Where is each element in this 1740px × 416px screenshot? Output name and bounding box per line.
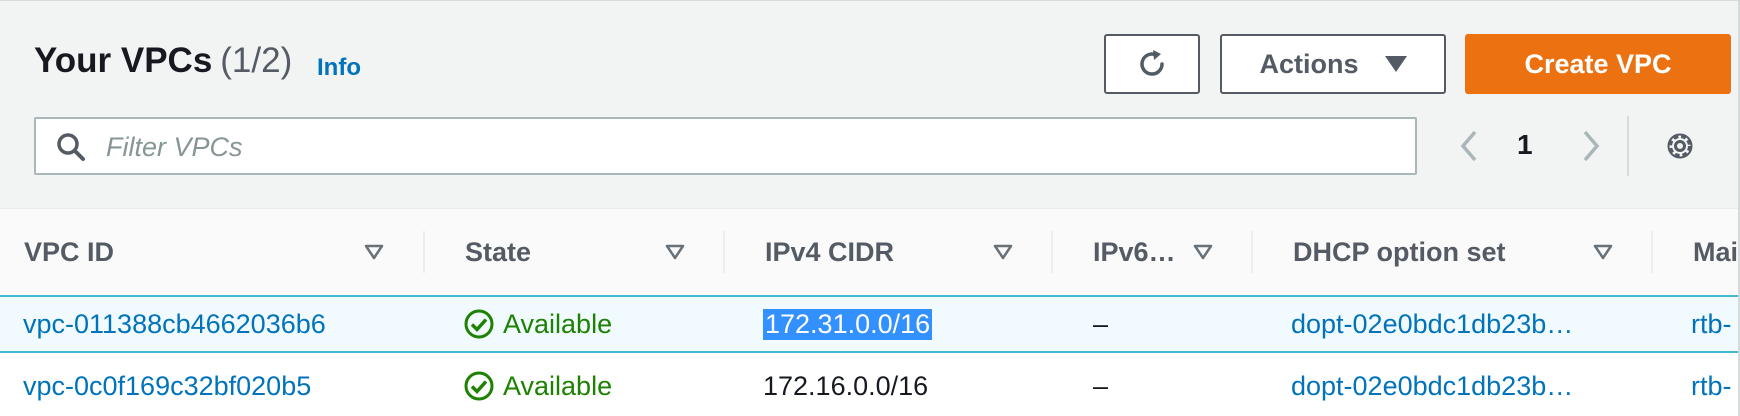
page-title: Your VPCs (1/2) [34, 41, 292, 85]
info-link[interactable]: Info [317, 54, 361, 82]
caret-down-icon [1384, 56, 1407, 72]
column-separator[interactable] [1651, 231, 1653, 273]
sort-triangle-icon[interactable] [364, 244, 384, 260]
search-icon [57, 133, 85, 161]
gear-icon[interactable] [1663, 129, 1697, 163]
dhcp-option-set-link[interactable]: dopt-02e0bdc1db23b… [1291, 297, 1601, 351]
state-label: Available [503, 308, 613, 339]
main-route-table-link[interactable]: rtb- [1691, 297, 1738, 351]
column-separator[interactable] [723, 231, 725, 273]
column-header-ipv6[interactable]: IPv6… [1093, 209, 1193, 295]
actions-button[interactable]: Actions [1220, 34, 1446, 94]
check-circle-icon [464, 309, 494, 339]
vpc-header: Your VPCs(1/2) Info Actions Create VPC [0, 1, 1738, 209]
column-header-dhcp-option-set[interactable]: DHCP option set [1293, 209, 1573, 295]
filter-box [34, 117, 1417, 175]
refresh-button[interactable] [1104, 34, 1200, 94]
pager-divider [1627, 116, 1629, 176]
vpc-panel: Your VPCs(1/2) Info Actions Create VPC [0, 0, 1740, 416]
main-route-table-link[interactable]: rtb- [1691, 357, 1738, 415]
selection-count: (1/2) [220, 41, 293, 80]
create-vpc-label: Create VPC [1524, 48, 1672, 79]
column-header-main-route-table[interactable]: Mai [1693, 209, 1738, 295]
create-vpc-button[interactable]: Create VPC [1465, 34, 1731, 94]
dhcp-option-set-link[interactable]: dopt-02e0bdc1db23b… [1291, 357, 1601, 415]
state-cell: Available [463, 357, 612, 415]
column-separator[interactable] [1251, 231, 1253, 273]
sort-triangle-icon[interactable] [665, 244, 685, 260]
vpc-id-link[interactable]: vpc-011388cb4662036b6 [23, 297, 326, 351]
actions-label: Actions [1259, 48, 1359, 79]
ipv4-cidr-cell: 172.31.0.0/16 [763, 297, 933, 351]
table-row[interactable]: vpc-0c0f169c32bf020b5 Available 172.16.0… [0, 357, 1738, 415]
column-separator[interactable] [423, 231, 425, 273]
ipv6-cidr-cell: – [1093, 308, 1109, 339]
column-header-vpc-id[interactable]: VPC ID [24, 209, 324, 295]
page-title-text: Your VPCs [34, 41, 213, 80]
vpc-id-link[interactable]: vpc-0c0f169c32bf020b5 [23, 357, 311, 415]
state-label: Available [503, 370, 613, 401]
table-row[interactable]: vpc-011388cb4662036b6 Available 172.31.0… [0, 295, 1738, 353]
ipv6-cidr-cell: – [1093, 370, 1109, 401]
chevron-left-icon[interactable] [1455, 129, 1485, 163]
sort-triangle-icon[interactable] [1193, 244, 1213, 260]
check-circle-icon [464, 371, 494, 401]
column-header-ipv4-cidr[interactable]: IPv4 CIDR [765, 209, 985, 295]
ipv4-cidr-cell: 172.16.0.0/16 [763, 370, 929, 401]
column-header-state[interactable]: State [465, 209, 665, 295]
ipv4-cidr-selected-text: 172.31.0.0/16 [763, 308, 933, 340]
filter-vpcs-input[interactable] [104, 127, 1398, 167]
state-cell: Available [463, 297, 612, 351]
column-separator[interactable] [1051, 231, 1053, 273]
chevron-right-icon[interactable] [1575, 129, 1605, 163]
refresh-icon [1140, 50, 1164, 76]
sort-triangle-icon[interactable] [1593, 244, 1613, 260]
table-header: VPC ID State IPv4 CIDR IPv6… DHCP option… [0, 209, 1738, 296]
sort-triangle-icon[interactable] [993, 244, 1013, 260]
page-number[interactable]: 1 [1517, 129, 1533, 161]
